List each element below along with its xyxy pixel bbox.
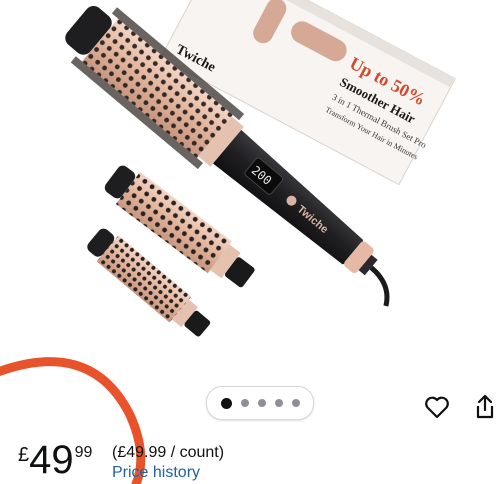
add-to-wishlist-button[interactable] (422, 392, 452, 422)
share-icon (476, 394, 494, 419)
heart-icon (425, 396, 449, 419)
price-fraction: 99 (74, 444, 93, 461)
image-carousel-indicator[interactable] (206, 386, 314, 420)
price-history-link[interactable]: Price history (112, 464, 200, 482)
carousel-dot-3[interactable] (257, 399, 266, 407)
price: £ 49 99 (18, 440, 92, 480)
product-detail-view: Up to 50% Smoother Hair 3 in 1 Thermal B… (0, 0, 500, 484)
share-button[interactable] (470, 392, 500, 422)
price-currency: £ (18, 444, 30, 466)
carousel-dot-2[interactable] (240, 399, 249, 407)
price-whole: 49 (29, 438, 74, 482)
carousel-dot-1[interactable] (220, 397, 232, 409)
carousel-dot-5[interactable] (291, 399, 300, 407)
product-image[interactable]: Up to 50% Smoother Hair 3 in 1 Thermal B… (0, 0, 500, 380)
carousel-dot-4[interactable] (274, 399, 283, 407)
unit-price: (£49.99 / count) (112, 444, 225, 461)
